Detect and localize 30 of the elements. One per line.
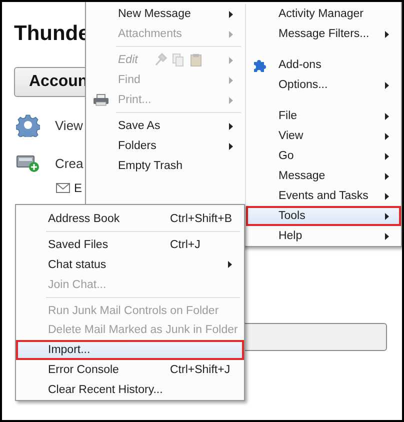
menu-item[interactable]: Error Console Ctrl+Shift+J — [16, 360, 244, 380]
menu-item[interactable]: Folders — [86, 136, 246, 156]
menu-item[interactable]: Options... — [246, 75, 401, 95]
menu-item[interactable]: Empty Trash — [86, 156, 246, 176]
menu-item[interactable]: File — [246, 106, 401, 126]
menu-item[interactable]: Chat status — [16, 254, 244, 275]
menu-item[interactable]: View — [246, 126, 401, 146]
printer-icon — [93, 94, 109, 106]
clipboard-tools-icon — [154, 53, 204, 67]
menu-item[interactable]: Address Book Ctrl+Shift+B — [16, 209, 244, 229]
menu-item[interactable]: Save As — [86, 116, 246, 136]
menu-item[interactable]: Help — [246, 226, 401, 246]
envelope-icon — [56, 183, 70, 193]
menu-item[interactable]: Saved Files Ctrl+J — [16, 234, 244, 255]
menu-item[interactable]: Go — [246, 146, 401, 166]
puzzle-icon — [253, 58, 268, 72]
gear-icon — [16, 113, 40, 137]
menu-item[interactable]: Add-ons — [246, 55, 401, 75]
menu-item[interactable]: Tools — [246, 206, 401, 226]
compose-icon — [16, 153, 40, 173]
menu-item[interactable]: New Message — [86, 4, 246, 24]
mail-link[interactable]: E — [74, 181, 82, 195]
menu-item[interactable]: Activity Manager — [246, 4, 401, 24]
menu-item[interactable]: Message — [246, 166, 401, 186]
action-label[interactable]: Crea — [55, 156, 84, 170]
menu-item[interactable]: Import... — [16, 340, 244, 360]
menu-item[interactable]: Events and Tasks — [246, 186, 401, 206]
menu-item[interactable]: Message Filters... — [246, 24, 401, 44]
menu-item[interactable]: Clear Recent History... — [16, 380, 244, 400]
action-label[interactable]: View — [55, 118, 83, 132]
